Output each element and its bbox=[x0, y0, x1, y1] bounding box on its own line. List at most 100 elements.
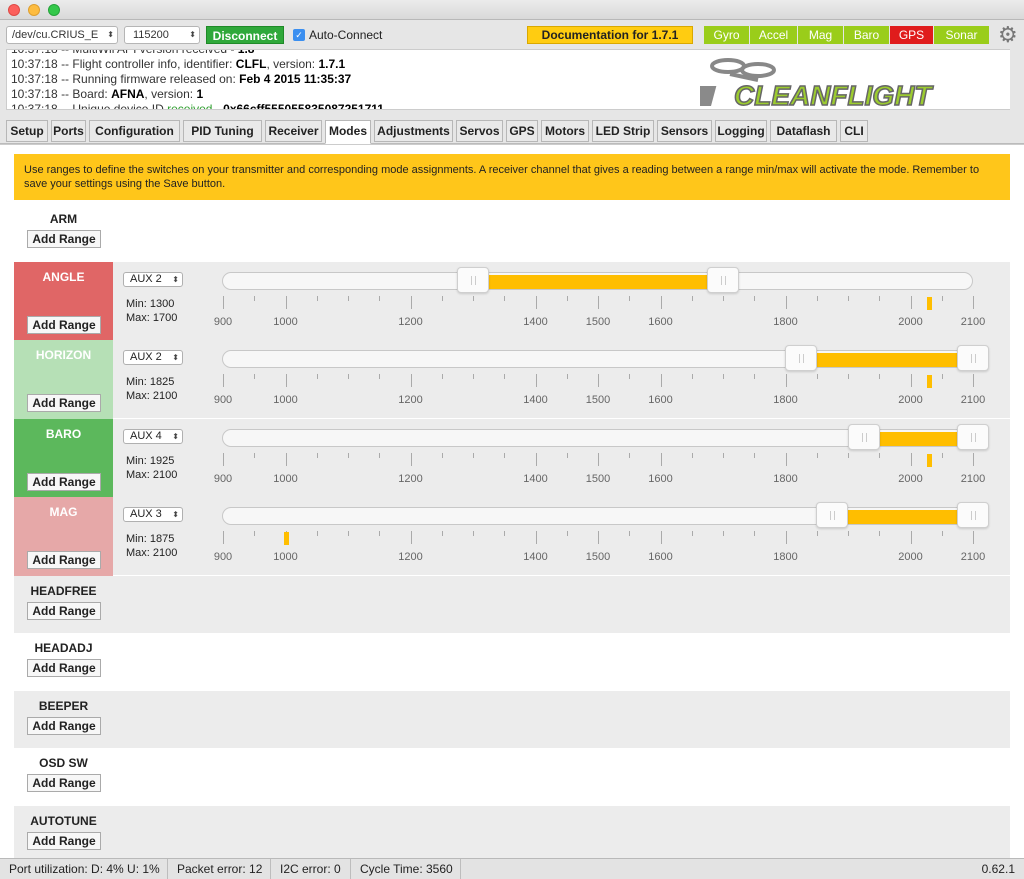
mode-name: OSD SW bbox=[39, 756, 88, 770]
tab-gps[interactable]: GPS bbox=[506, 120, 538, 142]
mode-row-arm: ARM Add Range bbox=[14, 204, 1010, 262]
scale-label: 1600 bbox=[648, 394, 673, 406]
range-max-handle[interactable] bbox=[957, 345, 989, 371]
mode-name: BEEPER bbox=[38, 698, 89, 713]
tab-dataflash[interactable]: Dataflash bbox=[770, 120, 837, 142]
range-slider[interactable] bbox=[222, 345, 989, 371]
mode-row-beeper: BEEPER Add Range bbox=[14, 690, 1010, 748]
scale-tick bbox=[879, 374, 881, 379]
minimize-window-button[interactable] bbox=[28, 4, 40, 16]
documentation-button[interactable]: Documentation for 1.7.1 bbox=[527, 26, 693, 44]
sensor-accel-indicator: Accel bbox=[750, 26, 797, 44]
select-arrows-icon: ⬍ bbox=[172, 353, 179, 362]
channel-value: AUX 2 bbox=[130, 351, 162, 363]
channel-value: AUX 4 bbox=[130, 429, 162, 442]
log-text: -- Running firmware released on: bbox=[61, 72, 240, 86]
scale-tick bbox=[879, 531, 881, 536]
tab-configuration[interactable]: Configuration bbox=[89, 120, 180, 142]
range-slider[interactable] bbox=[222, 502, 989, 528]
scale-tick bbox=[379, 531, 381, 536]
add-range-button[interactable]: Add Range bbox=[27, 315, 101, 334]
range-slider[interactable] bbox=[222, 423, 989, 450]
range-max-handle[interactable] bbox=[957, 423, 989, 450]
checkbox-checked-icon[interactable]: ✓ bbox=[293, 29, 305, 41]
tab-pid-tuning[interactable]: PID Tuning bbox=[183, 120, 262, 142]
add-range-button[interactable]: Add Range bbox=[27, 774, 101, 792]
range-minmax: Min: 1875 Max: 2100 bbox=[126, 532, 177, 560]
port-select[interactable]: /dev/cu.CRIUS_E ⬍ bbox=[6, 26, 118, 44]
tab-logging[interactable]: Logging bbox=[715, 120, 767, 142]
scale-tick bbox=[535, 295, 537, 309]
range-min-handle[interactable] bbox=[457, 266, 489, 293]
scale-tick bbox=[660, 374, 662, 387]
add-range-button[interactable]: Add Range bbox=[27, 472, 101, 491]
add-range-button[interactable]: Add Range bbox=[27, 716, 101, 735]
scale-tick bbox=[254, 295, 256, 301]
log-timestamp: 10:37:18 bbox=[11, 87, 58, 101]
baud-select[interactable]: 115200 ⬍ bbox=[124, 26, 200, 44]
tab-motors[interactable]: Motors bbox=[541, 120, 589, 142]
mode-range: AUX 3 ⬍ Min: 1875 Max: 2100 900 1000 1200 1400 1… bbox=[113, 497, 1010, 575]
range-min-handle[interactable] bbox=[785, 345, 818, 371]
scale-tick bbox=[504, 452, 506, 458]
sensor-mag-indicator: Mag bbox=[798, 26, 843, 44]
add-range-button[interactable]: Add Range bbox=[27, 831, 101, 850]
log-timestamp: 10:37:18 bbox=[11, 102, 58, 110]
tab-servos[interactable]: Servos bbox=[456, 120, 503, 142]
close-window-button[interactable] bbox=[8, 4, 20, 16]
channel-value-marker bbox=[927, 453, 933, 467]
i2c-error: I2C error: 0 bbox=[271, 859, 351, 879]
packet-error: Packet error: 12 bbox=[168, 859, 271, 879]
sensor-gps-indicator: GPS bbox=[890, 26, 933, 44]
scale-tick bbox=[816, 452, 818, 458]
scale-tick bbox=[910, 374, 912, 387]
add-range-button[interactable]: Add Range bbox=[27, 659, 101, 677]
range-max-handle[interactable] bbox=[957, 502, 989, 528]
select-arrows-icon: ⬍ bbox=[189, 30, 196, 39]
select-arrows-icon: ⬍ bbox=[172, 431, 179, 441]
channel-select[interactable]: AUX 2 ⬍ bbox=[123, 350, 183, 365]
add-range-button[interactable]: Add Range bbox=[27, 551, 101, 569]
scale-tick bbox=[223, 295, 224, 309]
scale-tick bbox=[410, 531, 412, 544]
scale-tick bbox=[441, 452, 443, 458]
scale-labels: 900 1000 1200 1400 1500 1600 1800 2000 2100 bbox=[214, 394, 985, 406]
channel-select[interactable]: AUX 3 ⬍ bbox=[123, 507, 183, 522]
scale-tick bbox=[441, 374, 443, 379]
scale-tick bbox=[691, 531, 693, 536]
tab-led-strip[interactable]: LED Strip bbox=[592, 120, 654, 142]
scale-label: 1400 bbox=[523, 472, 548, 485]
add-range-button[interactable]: Add Range bbox=[27, 394, 101, 412]
channel-select[interactable]: AUX 2 ⬍ bbox=[123, 271, 183, 287]
auto-connect-toggle[interactable]: ✓ Auto-Connect bbox=[293, 28, 382, 42]
log-status: received bbox=[167, 102, 213, 110]
tab-modes[interactable]: Modes bbox=[325, 120, 371, 144]
tab-receiver[interactable]: Receiver bbox=[265, 120, 322, 142]
scale-tick bbox=[848, 374, 849, 379]
tab-cli[interactable]: CLI bbox=[840, 120, 868, 142]
range-slider[interactable] bbox=[222, 266, 973, 293]
scale-tick bbox=[316, 452, 318, 458]
tab-ports[interactable]: Ports bbox=[51, 120, 86, 142]
add-range-button[interactable]: Add Range bbox=[27, 601, 101, 620]
tab-sensors[interactable]: Sensors bbox=[657, 120, 712, 142]
range-max: Max: 2100 bbox=[126, 468, 178, 481]
add-range-button[interactable]: Add Range bbox=[27, 230, 101, 248]
range-max-handle[interactable] bbox=[707, 266, 739, 293]
scale-tick bbox=[785, 452, 787, 466]
scale-tick bbox=[941, 295, 943, 301]
scale-ticks bbox=[223, 531, 974, 544]
range-min-handle[interactable] bbox=[847, 423, 880, 450]
scale-ticks bbox=[223, 452, 974, 466]
scale-tick bbox=[285, 374, 287, 387]
scale-tick bbox=[285, 452, 287, 466]
disconnect-button[interactable]: Disconnect bbox=[206, 26, 284, 44]
scale-tick bbox=[785, 374, 787, 387]
channel-select[interactable]: AUX 4 ⬍ bbox=[123, 428, 183, 444]
range-min-handle[interactable] bbox=[816, 502, 849, 528]
tab-adjustments[interactable]: Adjustments bbox=[374, 120, 453, 142]
select-arrows-icon: ⬍ bbox=[172, 274, 179, 284]
zoom-window-button[interactable] bbox=[48, 4, 60, 16]
tab-setup[interactable]: Setup bbox=[6, 120, 48, 142]
gear-icon[interactable]: ⚙ bbox=[998, 22, 1018, 48]
